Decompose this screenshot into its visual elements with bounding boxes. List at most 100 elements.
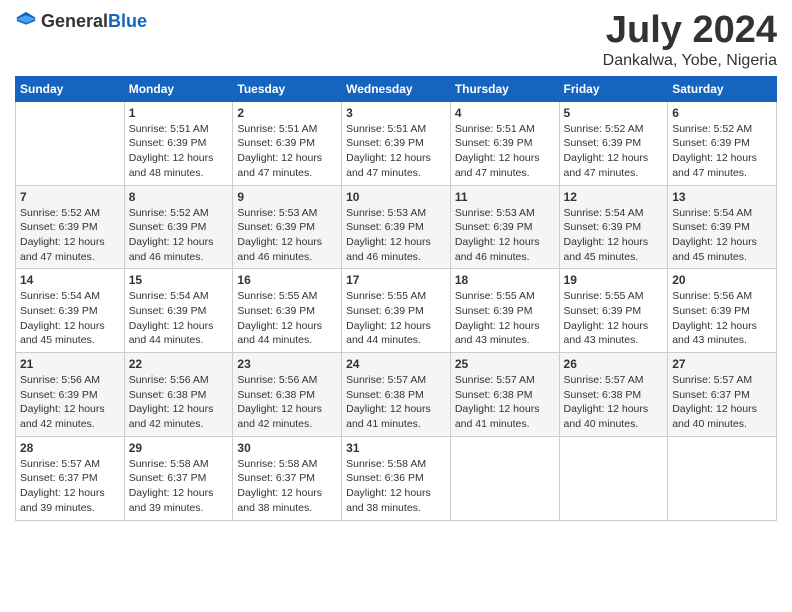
cell-line: Daylight: 12 hours (672, 403, 757, 415)
cell-line: and 40 minutes. (564, 418, 639, 430)
cell-line: and 46 minutes. (129, 251, 204, 263)
cell-line: Sunrise: 5:55 AM (237, 290, 317, 302)
cell-text: Sunrise: 5:56 AM Sunset: 6:39 PM Daylight:… (20, 373, 120, 432)
cell-line: Sunrise: 5:56 AM (237, 374, 317, 386)
cell-line: Sunrise: 5:55 AM (346, 290, 426, 302)
cell-line: Daylight: 12 hours (237, 152, 322, 164)
cell-line: and 47 minutes. (237, 167, 312, 179)
cell-3-3: 16Sunrise: 5:55 AMSunset: 6:39 PMDayligh… (233, 269, 342, 353)
cell-line: and 47 minutes. (346, 167, 421, 179)
day-number: 11 (455, 190, 555, 204)
cell-line: Sunset: 6:38 PM (455, 389, 533, 401)
cell-line: Daylight: 12 hours (346, 152, 431, 164)
cell-line: Daylight: 12 hours (20, 403, 105, 415)
cell-line: Daylight: 12 hours (564, 320, 649, 332)
cell-line: Sunrise: 5:52 AM (129, 207, 209, 219)
cell-line: Sunrise: 5:58 AM (237, 458, 317, 470)
cell-4-1: 21 Sunrise: 5:56 AM Sunset: 6:39 PM Dayligh… (16, 353, 125, 437)
cell-line: and 40 minutes. (672, 418, 747, 430)
cell-line: Sunset: 6:36 PM (346, 472, 424, 484)
cell-line: Sunset: 6:37 PM (672, 389, 750, 401)
day-number: 24 (346, 357, 446, 371)
cell-line: Sunrise: 5:56 AM (20, 374, 100, 386)
cell-text: Sunrise: 5:53 AMSunset: 6:39 PMDaylight:… (237, 206, 337, 265)
week-row-5: 28Sunrise: 5:57 AMSunset: 6:37 PMDayligh… (16, 436, 777, 520)
col-header-friday: Friday (559, 76, 668, 101)
cell-2-7: 13Sunrise: 5:54 AMSunset: 6:39 PMDayligh… (668, 185, 777, 269)
cell-5-6 (559, 436, 668, 520)
cell-3-6: 19Sunrise: 5:55 AMSunset: 6:39 PMDayligh… (559, 269, 668, 353)
cell-line: Sunset: 6:37 PM (20, 472, 98, 484)
cell-5-2: 29Sunrise: 5:58 AMSunset: 6:37 PMDayligh… (124, 436, 233, 520)
cell-text: Sunrise: 5:54 AMSunset: 6:39 PMDaylight:… (20, 289, 120, 348)
cell-line: Daylight: 12 hours (237, 236, 322, 248)
day-number: 31 (346, 441, 446, 455)
cell-line: Sunset: 6:39 PM (346, 305, 424, 317)
cell-line: and 47 minutes. (455, 167, 530, 179)
col-header-monday: Monday (124, 76, 233, 101)
col-header-sunday: Sunday (16, 76, 125, 101)
cell-line: Daylight: 12 hours (564, 152, 649, 164)
cell-line: and 39 minutes. (129, 502, 204, 514)
cell-2-3: 9Sunrise: 5:53 AMSunset: 6:39 PMDaylight… (233, 185, 342, 269)
cell-text: Sunrise: 5:55 AMSunset: 6:39 PMDaylight:… (455, 289, 555, 348)
cell-text: Sunrise: 5:53 AMSunset: 6:39 PMDaylight:… (346, 206, 446, 265)
cell-line: Sunset: 6:39 PM (672, 137, 750, 149)
cell-text: Sunrise: 5:56 AMSunset: 6:38 PMDaylight:… (237, 373, 337, 432)
cell-text: Sunrise: 5:56 AMSunset: 6:39 PMDaylight:… (672, 289, 772, 348)
cell-line: Daylight: 12 hours (455, 236, 540, 248)
day-number: 17 (346, 273, 446, 287)
day-number: 1 (129, 106, 229, 120)
cell-5-5 (450, 436, 559, 520)
calendar-table: SundayMondayTuesdayWednesdayThursdayFrid… (15, 76, 777, 521)
cell-3-2: 15Sunrise: 5:54 AMSunset: 6:39 PMDayligh… (124, 269, 233, 353)
week-row-4: 21 Sunrise: 5:56 AM Sunset: 6:39 PM Dayligh… (16, 353, 777, 437)
cell-line: and 45 minutes. (20, 334, 95, 346)
cell-line: Sunset: 6:39 PM (20, 389, 98, 401)
cell-text: Sunrise: 5:52 AMSunset: 6:39 PMDaylight:… (672, 122, 772, 181)
cell-line: Daylight: 12 hours (20, 487, 105, 499)
cell-line: Sunset: 6:39 PM (564, 137, 642, 149)
day-number: 29 (129, 441, 229, 455)
logo-blue: Blue (108, 11, 147, 31)
cell-line: Daylight: 12 hours (564, 236, 649, 248)
day-number: 16 (237, 273, 337, 287)
cell-line: Sunset: 6:39 PM (455, 137, 533, 149)
cell-2-6: 12Sunrise: 5:54 AMSunset: 6:39 PMDayligh… (559, 185, 668, 269)
cell-1-4: 3Sunrise: 5:51 AMSunset: 6:39 PMDaylight… (342, 101, 451, 185)
cell-line: Sunrise: 5:52 AM (672, 123, 752, 135)
cell-line: and 43 minutes. (455, 334, 530, 346)
cell-1-5: 4Sunrise: 5:51 AMSunset: 6:39 PMDaylight… (450, 101, 559, 185)
cell-3-4: 17Sunrise: 5:55 AMSunset: 6:39 PMDayligh… (342, 269, 451, 353)
cell-line: Sunrise: 5:57 AM (672, 374, 752, 386)
cell-line: Sunset: 6:39 PM (672, 305, 750, 317)
day-number: 10 (346, 190, 446, 204)
cell-line: Daylight: 12 hours (20, 236, 105, 248)
cell-line: Sunset: 6:39 PM (129, 221, 207, 233)
cell-line: Sunrise: 5:56 AM (129, 374, 209, 386)
day-number: 25 (455, 357, 555, 371)
week-row-1: 1Sunrise: 5:51 AMSunset: 6:39 PMDaylight… (16, 101, 777, 185)
cell-line: Sunset: 6:38 PM (346, 389, 424, 401)
cell-line: Sunset: 6:39 PM (20, 221, 98, 233)
day-number: 21 (20, 357, 120, 371)
cell-2-4: 10 Sunrise: 5:53 AMSunset: 6:39 PMDayligh… (342, 185, 451, 269)
cell-line: Daylight: 12 hours (20, 320, 105, 332)
cell-4-5: 25Sunrise: 5:57 AMSunset: 6:38 PMDayligh… (450, 353, 559, 437)
cell-line: Daylight: 12 hours (672, 320, 757, 332)
cell-line: and 42 minutes. (237, 418, 312, 430)
cell-line: Sunrise: 5:57 AM (564, 374, 644, 386)
cell-line: Sunset: 6:39 PM (455, 305, 533, 317)
cell-line: Daylight: 12 hours (129, 152, 214, 164)
cell-text: Sunrise: 5:55 AMSunset: 6:39 PMDaylight:… (346, 289, 446, 348)
cell-line: Daylight: 12 hours (129, 487, 214, 499)
cell-line: Sunrise: 5:52 AM (564, 123, 644, 135)
cell-line: Sunset: 6:38 PM (129, 389, 207, 401)
cell-text: Sunrise: 5:52 AMSunset: 6:39 PMDaylight:… (20, 206, 120, 265)
week-row-3: 14Sunrise: 5:54 AMSunset: 6:39 PMDayligh… (16, 269, 777, 353)
cell-text: Sunrise: 5:57 AMSunset: 6:38 PMDaylight:… (346, 373, 446, 432)
cell-text: Sunrise: 5:54 AMSunset: 6:39 PMDaylight:… (129, 289, 229, 348)
cell-1-7: 6Sunrise: 5:52 AMSunset: 6:39 PMDaylight… (668, 101, 777, 185)
cell-line: Sunrise: 5:58 AM (346, 458, 426, 470)
cell-line: Daylight: 12 hours (237, 487, 322, 499)
